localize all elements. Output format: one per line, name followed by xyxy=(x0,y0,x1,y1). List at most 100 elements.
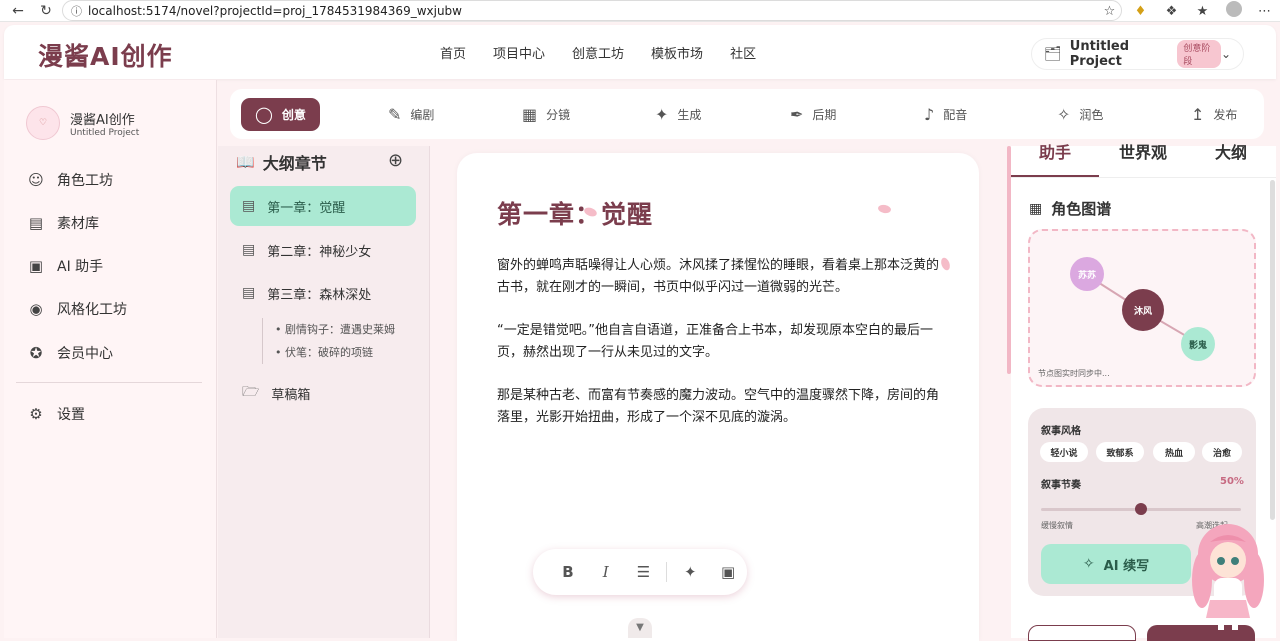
tool-storyboard[interactable]: ▦ 分镜 xyxy=(522,98,570,131)
sub-item[interactable]: • 伏笔：破碎的项链 xyxy=(275,341,395,364)
tool-script[interactable]: ✎ 编剧 xyxy=(388,98,434,131)
brand-subtitle: Untitled Project xyxy=(70,127,140,138)
style-chip[interactable]: 轻小说 xyxy=(1040,442,1088,462)
tab-worldview[interactable]: 世界观 xyxy=(1099,145,1187,177)
rhythm-label: 叙事节奏 xyxy=(1041,480,1081,491)
mascot-illustration xyxy=(1192,524,1264,630)
tool-label: 润色 xyxy=(1079,108,1104,122)
image-icon[interactable]: ▣ xyxy=(709,563,747,581)
chapter-label: 第三章：森林深处 xyxy=(267,287,372,303)
ai-continue-button[interactable]: ✧ AI 续写 xyxy=(1041,544,1191,584)
sidebar: ♡ 漫酱AI创作 Untitled Project ☺ 角色工坊 ▤ 素材库 ▣… xyxy=(4,80,217,638)
gear-icon: ⚙ xyxy=(29,405,43,423)
rhythm-slider[interactable] xyxy=(1041,503,1241,515)
tool-label: 配音 xyxy=(943,108,968,122)
sidebar-item-ai-assistant[interactable]: ▣ AI 助手 xyxy=(26,256,103,276)
bold-button[interactable]: B xyxy=(549,563,587,581)
puzzle-icon[interactable]: ❖ xyxy=(1156,4,1187,19)
ai-button-label: AI 续写 xyxy=(1103,558,1150,574)
chapter-body[interactable]: 窗外的蝉鸣声聒噪得让人心烦。沐风揉了揉惺忪的睡眼，看着桌上那本泛黄的古书，就在刚… xyxy=(497,255,947,450)
tool-creative[interactable]: ◯ 创意 xyxy=(241,98,320,131)
graph-node[interactable]: 影鬼 xyxy=(1181,327,1215,361)
profile-icon[interactable] xyxy=(1218,1,1249,21)
page-scrollbar[interactable] xyxy=(1270,180,1275,520)
chapter-item[interactable]: ▤ 第二章：神秘少女 xyxy=(230,230,416,270)
sidebar-item-label: 设置 xyxy=(57,407,85,423)
favorites-icon[interactable]: ★ xyxy=(1187,4,1218,19)
info-icon[interactable]: ⓘ xyxy=(71,3,82,19)
drafts-item[interactable]: 🗁 草稿箱 xyxy=(230,373,416,413)
nav-creative[interactable]: 创意工坊 xyxy=(572,43,624,62)
slider-thumb[interactable] xyxy=(1135,503,1147,515)
chapter-title[interactable]: 第一章：觉醒 xyxy=(497,195,653,231)
star-icon[interactable]: ☆ xyxy=(1094,4,1125,19)
character-graph[interactable]: 苏苏 沐风 影鬼 节点图实时同步中... xyxy=(1028,229,1256,387)
sidebar-item-settings[interactable]: ⚙ 设置 xyxy=(26,404,85,424)
paragraph: 那是某种古老、而富有节奏感的魔力波动。空气中的温度骤然下降，房间的角落里，光影开… xyxy=(497,388,940,425)
sidebar-item-assets[interactable]: ▤ 素材库 xyxy=(26,213,99,233)
tool-label: 编剧 xyxy=(410,108,435,122)
chevron-down-icon: ⌄ xyxy=(1220,47,1231,61)
sub-item-label: 剧情钩子：遭遇史莱姆 xyxy=(285,323,395,336)
tab-outline[interactable]: 大纲 xyxy=(1187,145,1275,177)
style-chip[interactable]: 治愈 xyxy=(1202,442,1242,462)
star-badge-icon: ✪ xyxy=(29,344,43,362)
upload-icon: ↥ xyxy=(1191,105,1205,124)
workflow-toolbar: ◯ 创意 ✎ 编剧 ▦ 分镜 ✦ 生成 ✒ 后期 ♪ 配音 ✧ 润色 ↥ 发布 xyxy=(230,89,1264,139)
tool-label: 后期 xyxy=(812,108,837,122)
avatar: ♡ xyxy=(26,106,60,140)
secondary-action-button[interactable] xyxy=(1028,625,1136,641)
sidebar-item-label: AI 助手 xyxy=(57,259,104,275)
style-chip[interactable]: 热血 xyxy=(1153,442,1195,462)
tool-voice[interactable]: ♪ 配音 xyxy=(924,98,967,131)
chapter-label: 第二章：神秘少女 xyxy=(267,244,372,260)
sidebar-item-characters[interactable]: ☺ 角色工坊 xyxy=(26,170,113,190)
list-icon[interactable]: ☰ xyxy=(625,563,663,581)
style-chip[interactable]: 致郁系 xyxy=(1096,442,1144,462)
graph-node[interactable]: 苏苏 xyxy=(1070,257,1104,291)
style-label: 叙事风格 xyxy=(1041,426,1081,437)
magic-wand-icon: ✧ xyxy=(1057,105,1071,124)
project-name: Untitled Project xyxy=(1069,39,1130,69)
robot-icon: ▣ xyxy=(28,257,44,275)
add-chapter-icon[interactable]: ⊕ xyxy=(388,150,403,171)
sidebar-item-style-workshop[interactable]: ◉ 风格化工坊 xyxy=(26,299,127,319)
sidebar-item-label: 会员中心 xyxy=(57,346,113,362)
italic-button[interactable]: I xyxy=(587,563,625,581)
nav-projects[interactable]: 项目中心 xyxy=(493,43,545,62)
app-logo[interactable]: 漫酱AI创作 xyxy=(38,37,173,73)
project-selector[interactable]: 🗂 Untitled Project 创意阶段 ⌄ xyxy=(1031,38,1244,70)
panel-tabs: 助手 世界观 大纲 xyxy=(1011,145,1276,178)
sparkle-icon: ✦ xyxy=(655,105,669,124)
extension-icon[interactable]: ♦ xyxy=(1125,4,1156,19)
chapter-item[interactable]: ▤ 第三章：森林深处 xyxy=(230,273,416,313)
nav-templates[interactable]: 模板市场 xyxy=(651,43,703,62)
scroll-down-icon[interactable]: ▼ xyxy=(628,618,652,638)
more-icon[interactable]: ⋯ xyxy=(1249,4,1280,19)
refresh-icon[interactable]: ↻ xyxy=(32,0,60,22)
tool-label: 创意 xyxy=(281,108,306,122)
tool-label: 分镜 xyxy=(546,108,571,122)
back-icon[interactable]: ← xyxy=(4,0,32,22)
graph-node[interactable]: 沐风 xyxy=(1122,289,1164,331)
sparkle-icon[interactable]: ✦ xyxy=(671,563,709,581)
tab-assistant[interactable]: 助手 xyxy=(1011,145,1099,177)
tool-generate[interactable]: ✦ 生成 xyxy=(655,98,701,131)
sub-item[interactable]: • 剧情钩子：遭遇史莱姆 xyxy=(275,318,395,341)
sidebar-item-membership[interactable]: ✪ 会员中心 xyxy=(26,343,113,363)
mic-icon: ♪ xyxy=(924,105,935,124)
nav-community[interactable]: 社区 xyxy=(730,43,756,62)
main-nav: 首页 项目中心 创意工坊 模板市场 社区 xyxy=(440,43,783,62)
palette-icon: ◉ xyxy=(29,300,43,318)
nav-home[interactable]: 首页 xyxy=(440,43,466,62)
chapter-sub-items: • 剧情钩子：遭遇史莱姆 • 伏笔：破碎的项链 xyxy=(262,318,395,364)
tool-post[interactable]: ✒ 后期 xyxy=(790,98,836,131)
tool-publish[interactable]: ↥ 发布 xyxy=(1191,98,1237,131)
graph-icon: ▦ xyxy=(1029,200,1043,217)
outline-panel: 📖 大纲章节 ⊕ ▤ 第一章：觉醒 ▤ 第二章：神秘少女 ▤ 第三章：森林深处 … xyxy=(218,146,430,638)
address-bar[interactable]: ⓘ localhost:5174/novel?projectId=proj_17… xyxy=(62,0,1122,21)
tool-polish[interactable]: ✧ 润色 xyxy=(1057,98,1103,131)
chapter-item[interactable]: ▤ 第一章：觉醒 xyxy=(230,186,416,226)
document-icon: ▤ xyxy=(242,198,256,214)
stage-badge: 创意阶段 xyxy=(1177,40,1221,68)
